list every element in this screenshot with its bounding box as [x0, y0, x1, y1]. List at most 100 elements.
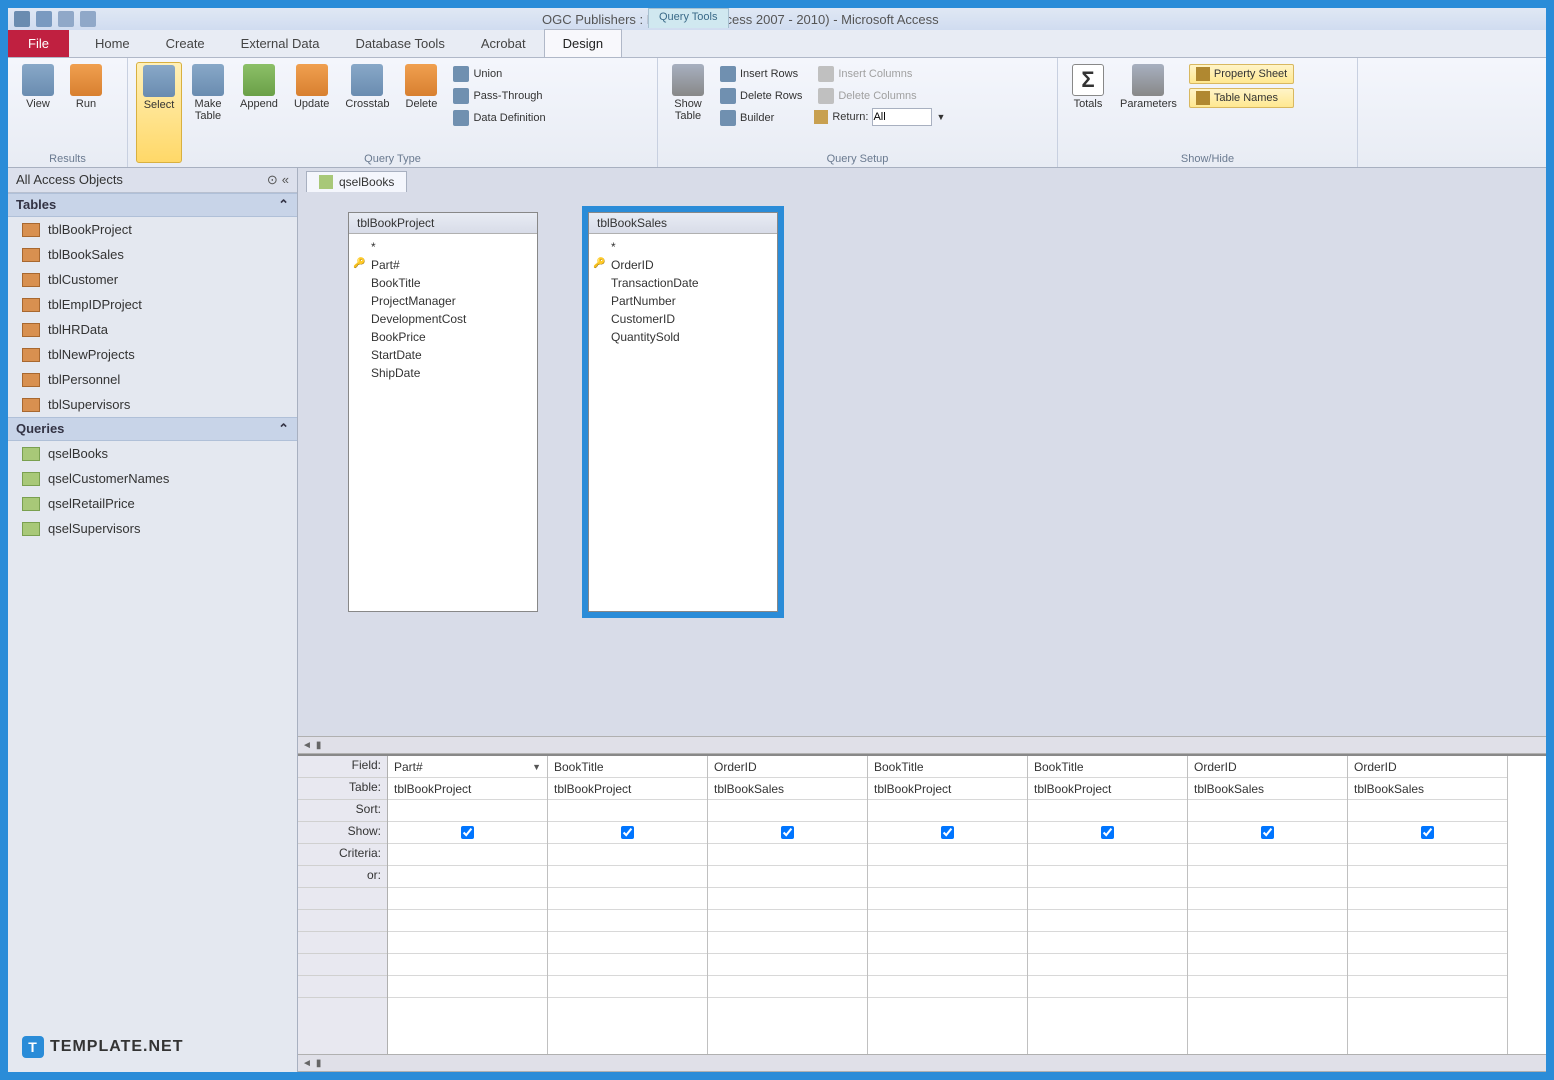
tab-create[interactable]: Create — [148, 30, 223, 57]
cell-show[interactable] — [1348, 822, 1507, 844]
cell-or[interactable] — [868, 866, 1027, 888]
field-part[interactable]: Part# — [349, 256, 537, 274]
chevron-down-icon[interactable]: ▼ — [532, 762, 541, 772]
cell-field[interactable]: OrderID — [1188, 756, 1347, 778]
parameters-button[interactable]: Parameters — [1114, 62, 1183, 163]
cell-show[interactable] — [708, 822, 867, 844]
field-projectmanager[interactable]: ProjectManager — [349, 292, 537, 310]
cell-criteria[interactable] — [868, 844, 1027, 866]
cell-criteria[interactable] — [1348, 844, 1507, 866]
qat-undo-icon[interactable] — [58, 11, 74, 27]
propertysheet-button[interactable]: Property Sheet — [1189, 64, 1294, 84]
cell-show[interactable] — [1028, 822, 1187, 844]
showtable-button[interactable]: Show Table — [666, 62, 710, 163]
doc-tab-qselbooks[interactable]: qselBooks — [306, 171, 407, 192]
table-tblbooksales[interactable]: tblBookSales *OrderIDTransactionDatePart… — [588, 212, 778, 612]
crosstab-button[interactable]: Crosstab — [339, 62, 395, 163]
field-all[interactable]: * — [589, 238, 777, 256]
grid-col-3[interactable]: BookTitletblBookProject — [868, 756, 1028, 1054]
tab-design[interactable]: Design — [544, 29, 622, 57]
cell-sort[interactable] — [1028, 800, 1187, 822]
insertrows-button[interactable]: Insert Rows — [716, 64, 806, 84]
show-checkbox[interactable] — [941, 826, 954, 839]
field-transactiondate[interactable]: TransactionDate — [589, 274, 777, 292]
nav-query-qselretailprice[interactable]: qselRetailPrice — [8, 491, 297, 516]
cell-field[interactable]: OrderID — [1348, 756, 1507, 778]
design-surface[interactable]: tblBookProject *Part#BookTitleProjectMan… — [298, 192, 1546, 736]
tab-acrobat[interactable]: Acrobat — [463, 30, 544, 57]
cell-table[interactable]: tblBookProject — [868, 778, 1027, 800]
cell-sort[interactable] — [868, 800, 1027, 822]
cell-criteria[interactable] — [548, 844, 707, 866]
cell-criteria[interactable] — [1188, 844, 1347, 866]
builder-button[interactable]: Builder — [716, 108, 806, 128]
cell-show[interactable] — [548, 822, 707, 844]
nav-table-tblempidproject[interactable]: tblEmpIDProject — [8, 292, 297, 317]
cell-sort[interactable] — [1188, 800, 1347, 822]
cell-criteria[interactable] — [708, 844, 867, 866]
cell-show[interactable] — [388, 822, 547, 844]
nav-table-tblhrdata[interactable]: tblHRData — [8, 317, 297, 342]
field-orderid[interactable]: OrderID — [589, 256, 777, 274]
tab-file[interactable]: File — [8, 30, 69, 57]
run-button[interactable]: Run — [64, 62, 108, 163]
cell-table[interactable]: tblBookSales — [1188, 778, 1347, 800]
tab-externaldata[interactable]: External Data — [223, 30, 338, 57]
grid-col-2[interactable]: OrderIDtblBookSales — [708, 756, 868, 1054]
cell-table[interactable]: tblBookProject — [1028, 778, 1187, 800]
show-checkbox[interactable] — [781, 826, 794, 839]
grid-hscroll[interactable]: ◄▮ — [298, 1054, 1546, 1072]
update-button[interactable]: Update — [288, 62, 335, 163]
deleterows-button[interactable]: Delete Rows — [716, 86, 806, 106]
view-button[interactable]: View — [16, 62, 60, 163]
field-shipdate[interactable]: ShipDate — [349, 364, 537, 382]
chevron-down-icon[interactable]: ▼ — [936, 112, 945, 122]
passthrough-button[interactable]: Pass-Through — [449, 86, 549, 106]
cell-field[interactable]: Part#▼ — [388, 756, 547, 778]
cell-field[interactable]: BookTitle — [1028, 756, 1187, 778]
scroll-ruler[interactable]: ◄▮ — [298, 736, 1546, 754]
cell-criteria[interactable] — [1028, 844, 1187, 866]
field-partnumber[interactable]: PartNumber — [589, 292, 777, 310]
tablenames-button[interactable]: Table Names — [1189, 88, 1294, 108]
field-booktitle[interactable]: BookTitle — [349, 274, 537, 292]
field-customerid[interactable]: CustomerID — [589, 310, 777, 328]
nav-section-queries[interactable]: Queries⌃ — [8, 417, 297, 441]
grid-col-4[interactable]: BookTitletblBookProject — [1028, 756, 1188, 1054]
nav-query-qselcustomernames[interactable]: qselCustomerNames — [8, 466, 297, 491]
cell-or[interactable] — [1348, 866, 1507, 888]
totals-button[interactable]: ΣTotals — [1066, 62, 1110, 163]
qat-save-icon[interactable] — [36, 11, 52, 27]
select-button[interactable]: Select — [136, 62, 182, 163]
deletecols-button[interactable]: Delete Columns — [814, 86, 945, 106]
cell-table[interactable]: tblBookSales — [708, 778, 867, 800]
show-checkbox[interactable] — [1101, 826, 1114, 839]
nav-collapse-icon[interactable]: « — [282, 172, 289, 188]
cell-or[interactable] — [388, 866, 547, 888]
maketable-button[interactable]: Make Table — [186, 62, 230, 163]
cell-or[interactable] — [708, 866, 867, 888]
cell-sort[interactable] — [548, 800, 707, 822]
cell-show[interactable] — [868, 822, 1027, 844]
cell-field[interactable]: OrderID — [708, 756, 867, 778]
nav-table-tblbooksales[interactable]: tblBookSales — [8, 242, 297, 267]
nav-table-tblnewprojects[interactable]: tblNewProjects — [8, 342, 297, 367]
field-bookprice[interactable]: BookPrice — [349, 328, 537, 346]
cell-or[interactable] — [1028, 866, 1187, 888]
nav-section-tables[interactable]: Tables⌃ — [8, 193, 297, 217]
cell-show[interactable] — [1188, 822, 1347, 844]
field-quantitysold[interactable]: QuantitySold — [589, 328, 777, 346]
grid-col-6[interactable]: OrderIDtblBookSales — [1348, 756, 1508, 1054]
table-tblbookproject[interactable]: tblBookProject *Part#BookTitleProjectMan… — [348, 212, 538, 612]
nav-table-tblbookproject[interactable]: tblBookProject — [8, 217, 297, 242]
cell-sort[interactable] — [388, 800, 547, 822]
tab-dbtools[interactable]: Database Tools — [337, 30, 462, 57]
cell-sort[interactable] — [708, 800, 867, 822]
cell-field[interactable]: BookTitle — [548, 756, 707, 778]
show-checkbox[interactable] — [1421, 826, 1434, 839]
cell-table[interactable]: tblBookProject — [388, 778, 547, 800]
grid-col-1[interactable]: BookTitletblBookProject — [548, 756, 708, 1054]
append-button[interactable]: Append — [234, 62, 284, 163]
cell-or[interactable] — [1188, 866, 1347, 888]
nav-query-qselsupervisors[interactable]: qselSupervisors — [8, 516, 297, 541]
